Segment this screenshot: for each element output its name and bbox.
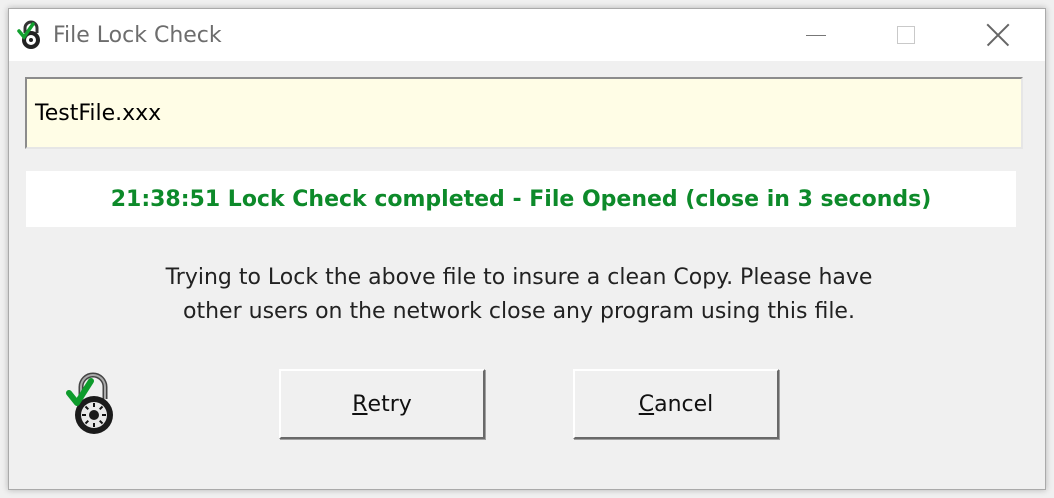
instruction-line-2: other users on the network close any pro… [183,299,855,324]
file-name-field: TestFile.xxx [25,77,1023,149]
retry-mnemonic: R [352,391,368,417]
lock-check-icon [17,20,40,49]
status-message: 21:38:51 Lock Check completed - File Ope… [26,171,1016,227]
retry-label: etry [367,391,412,417]
cancel-label: ancel [654,391,714,417]
file-name-text: TestFile.xxx [35,101,162,126]
minimize-icon [806,34,826,36]
retry-button[interactable]: Retry [279,369,485,439]
minimize-button[interactable] [771,9,861,61]
cancel-mnemonic: C [638,391,655,417]
instruction-message: Trying to Lock the above file to insure … [79,261,959,329]
title-bar[interactable]: File Lock Check [9,9,1045,61]
instruction-line-1: Trying to Lock the above file to insure … [165,265,873,290]
cancel-button[interactable]: Cancel [573,369,779,439]
close-button[interactable] [953,9,1043,61]
window-title: File Lock Check [53,23,222,48]
file-lock-check-dialog: File Lock Check TestFile.xxx 21:38:51 Lo… [8,8,1046,490]
maximize-icon [897,26,915,44]
maximize-button[interactable] [861,9,951,61]
close-icon [987,24,1009,46]
lock-check-icon [66,372,113,434]
